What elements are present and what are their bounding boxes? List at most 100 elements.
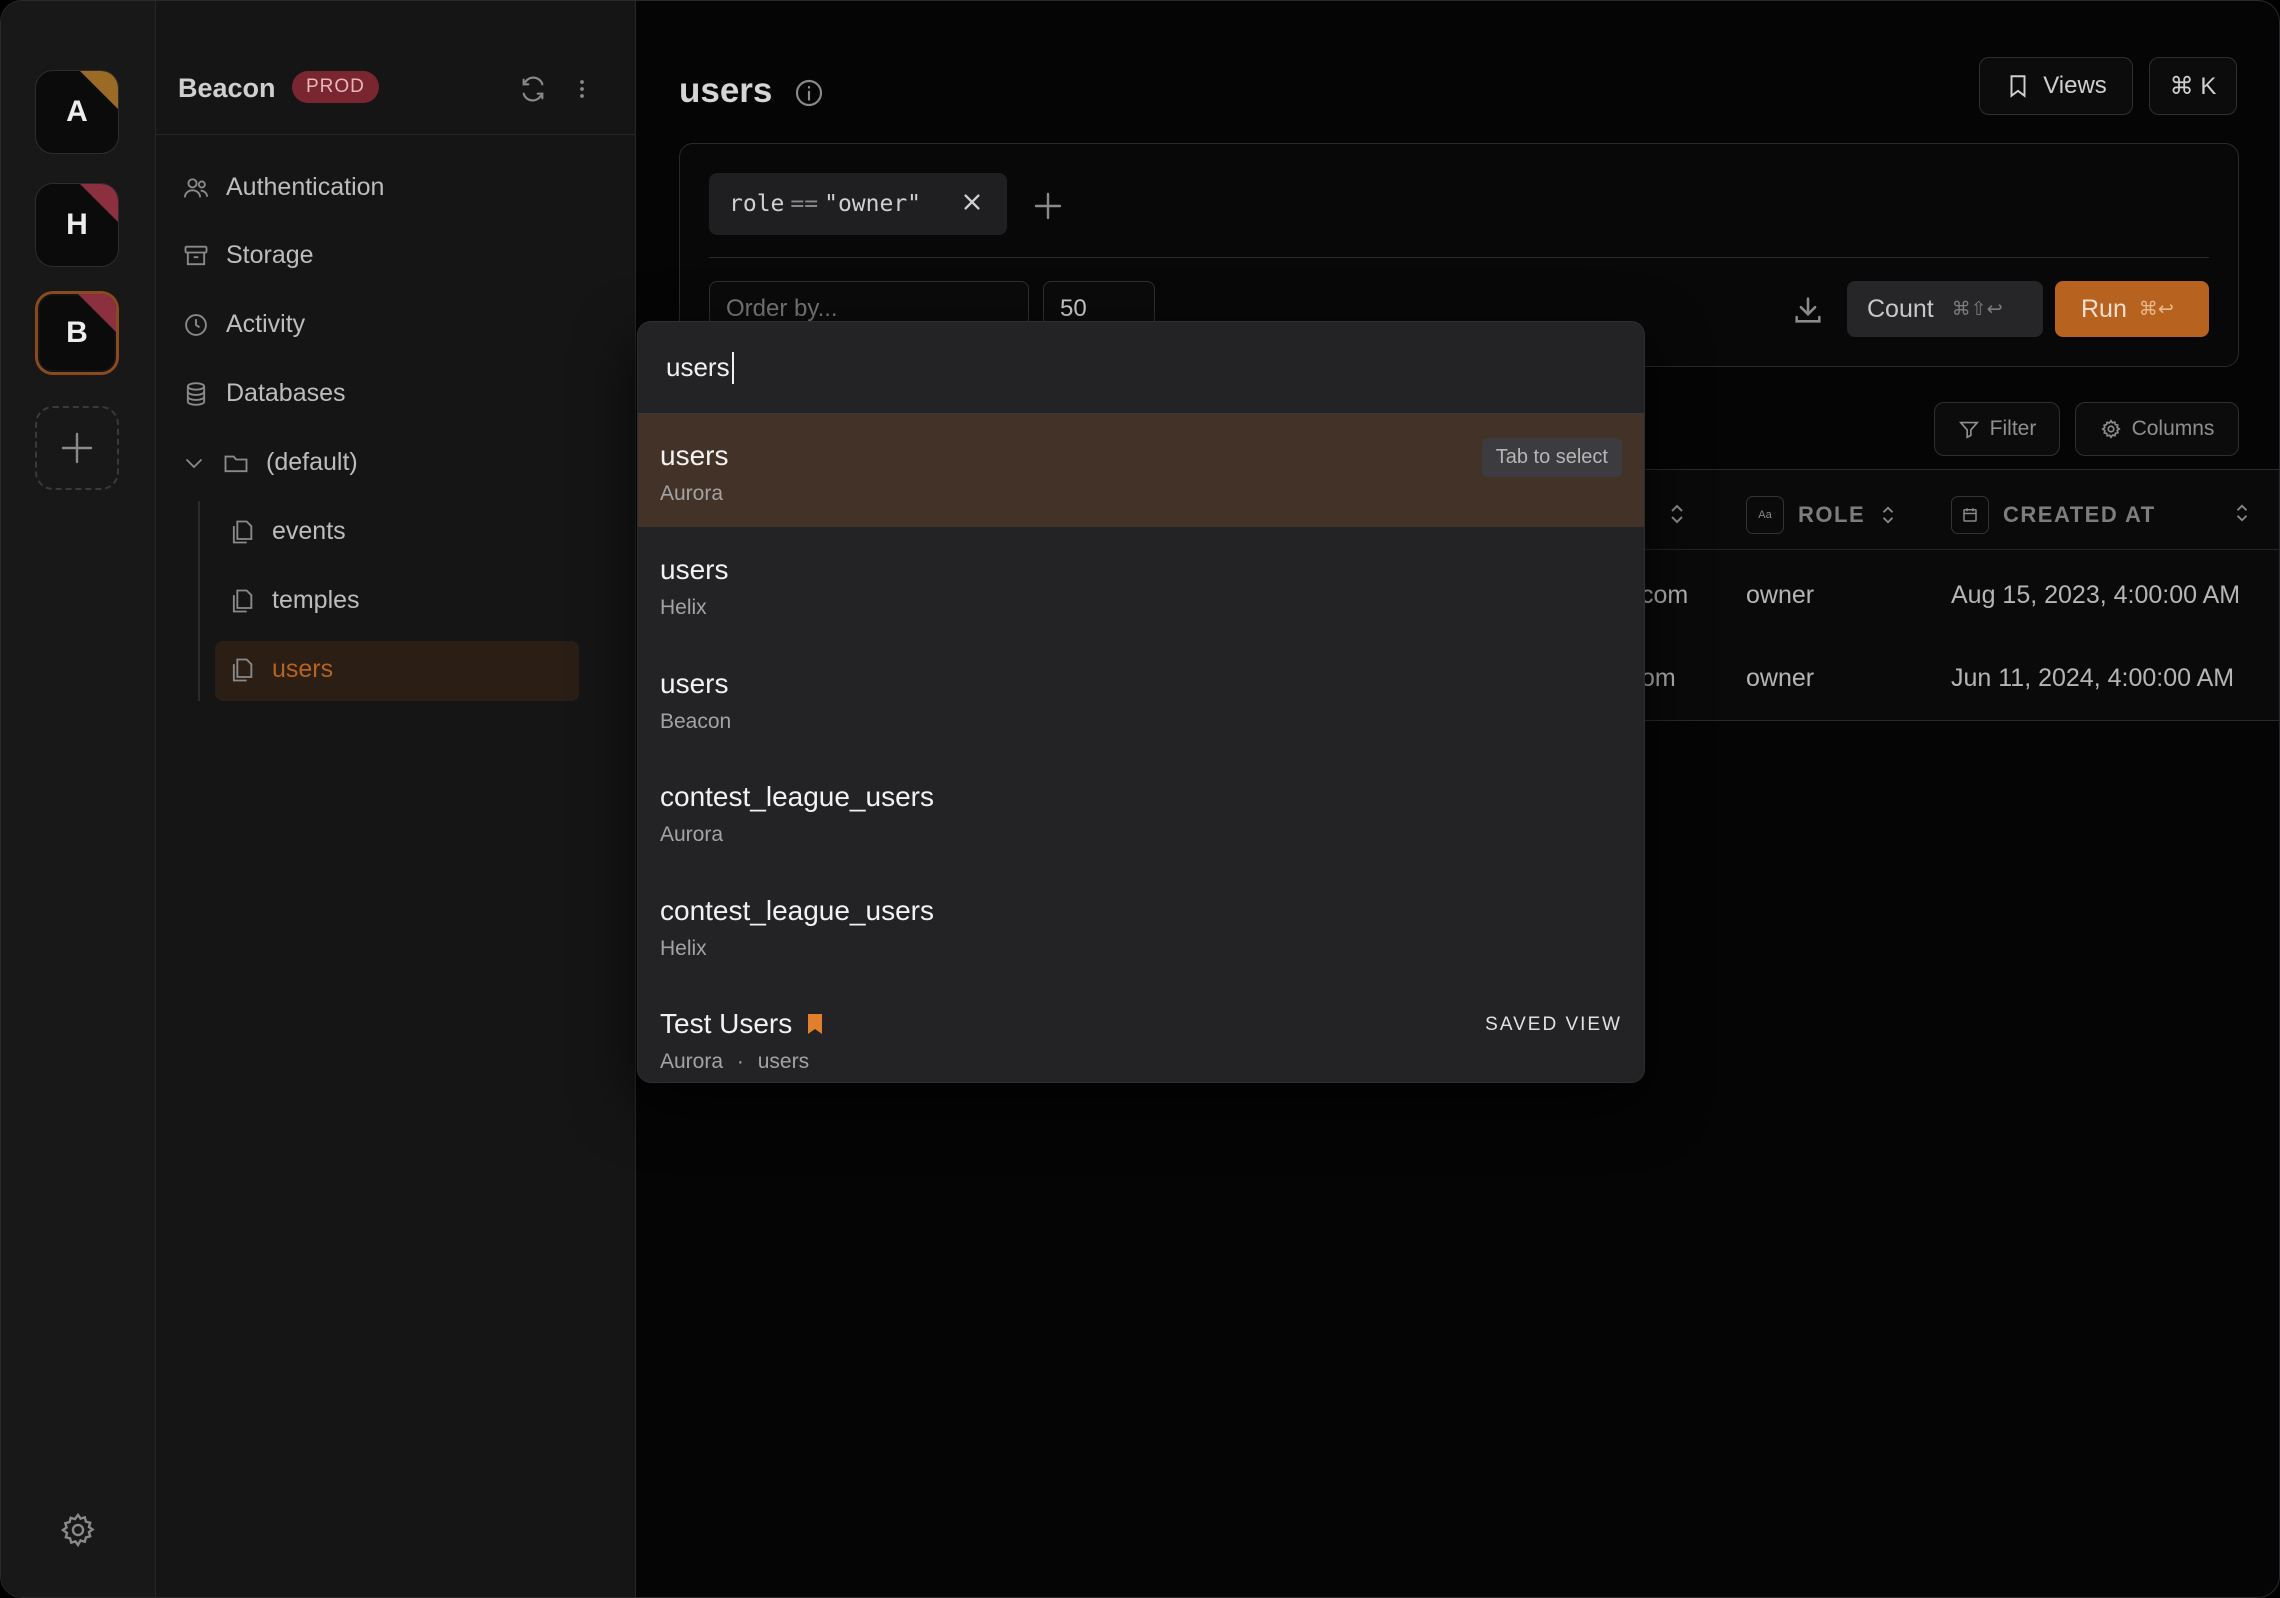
cell-created-at[interactable]: Aug 15, 2023, 4:00:00 AM bbox=[1951, 581, 2240, 610]
result-name: users bbox=[660, 668, 729, 699]
palette-search-input[interactable]: users bbox=[638, 322, 1644, 414]
project-title: Beacon bbox=[178, 73, 276, 103]
palette-result[interactable]: contest_league_users Helix bbox=[638, 869, 1644, 982]
add-workspace-button[interactable] bbox=[35, 406, 119, 490]
filter-label: Filter bbox=[1989, 417, 2037, 440]
sidebar-item-databases[interactable]: Databases bbox=[182, 379, 346, 408]
filter-field: role bbox=[729, 191, 785, 217]
count-label: Count bbox=[1867, 294, 1934, 323]
filter-value: "owner" bbox=[824, 191, 922, 217]
saved-view-tag: SAVED VIEW bbox=[1485, 1014, 1622, 1035]
filter-button[interactable]: Filter bbox=[1934, 402, 2060, 456]
sidebar-item-label: events bbox=[272, 517, 346, 545]
columns-label: Columns bbox=[2131, 417, 2215, 440]
sidebar-item-activity[interactable]: Activity bbox=[182, 310, 305, 339]
workspace-h-button[interactable]: H bbox=[35, 183, 119, 267]
workspace-a-accent bbox=[80, 71, 118, 109]
folder-icon bbox=[224, 455, 248, 472]
sort-icon bbox=[1882, 506, 1894, 524]
kebab-icon bbox=[580, 80, 584, 98]
result-name: contest_league_users bbox=[660, 781, 934, 812]
sidebar: Beacon PROD Authentication Storage Activ… bbox=[156, 1, 636, 1597]
chevron-down-icon bbox=[186, 458, 202, 468]
workspace-h-accent bbox=[80, 184, 118, 222]
palette-result[interactable]: users Helix bbox=[638, 528, 1644, 641]
run-shortcut: ⌘↩ bbox=[2138, 298, 2174, 320]
workspace-b-accent bbox=[78, 294, 116, 332]
table-header-divider bbox=[1601, 549, 2279, 550]
sidebar-item-label: Storage bbox=[226, 241, 314, 269]
clock-icon bbox=[185, 313, 207, 336]
palette-result[interactable]: contest_league_users Aurora bbox=[638, 755, 1644, 868]
users-icon bbox=[183, 177, 209, 197]
sidebar-item-label: temples bbox=[272, 586, 360, 614]
filter-icon bbox=[1958, 421, 1979, 439]
cell-role[interactable]: owner bbox=[1746, 664, 1814, 693]
workspace-a-button[interactable]: A bbox=[35, 70, 119, 154]
settings-button[interactable] bbox=[59, 1511, 97, 1554]
result-name: users bbox=[660, 554, 729, 585]
sidebar-item-events[interactable]: events bbox=[228, 517, 346, 546]
sidebar-item-label: Authentication bbox=[226, 173, 385, 201]
result-source-row: Aurora · users bbox=[660, 1050, 809, 1074]
shortcut-label: ⌘ K bbox=[2169, 72, 2217, 100]
columns-button[interactable]: Columns bbox=[2075, 402, 2239, 456]
text-caret bbox=[731, 351, 734, 384]
result-separator: · bbox=[736, 1050, 744, 1073]
workspace-b-button[interactable]: B bbox=[35, 291, 119, 375]
result-source: Aurora bbox=[660, 482, 724, 505]
palette-result[interactable]: users Aurora Tab to select bbox=[638, 414, 1644, 527]
palette-result-saved-view[interactable]: Test Users Aurora · users SAVED VIEW bbox=[638, 982, 1644, 1082]
count-shortcut: ⌘⇧↩ bbox=[1951, 298, 2003, 320]
palette-query-text: users bbox=[666, 352, 730, 382]
export-button[interactable] bbox=[1791, 293, 1825, 332]
sidebar-item-users[interactable]: users bbox=[228, 655, 333, 684]
run-button[interactable]: Run ⌘↩ bbox=[2055, 281, 2209, 337]
archive-icon bbox=[184, 245, 208, 265]
remove-filter-button[interactable] bbox=[961, 191, 983, 218]
column-header-role[interactable]: Aa ROLE bbox=[1746, 496, 1897, 534]
collection-icon bbox=[232, 589, 253, 612]
count-button[interactable]: Count ⌘⇧↩ bbox=[1847, 281, 2043, 337]
more-options-button[interactable] bbox=[576, 75, 588, 108]
refresh-button[interactable] bbox=[519, 75, 547, 108]
app-window: A H B Beacon PROD Authentication Storage… bbox=[0, 0, 2280, 1598]
result-source: Aurora bbox=[660, 823, 724, 846]
command-palette-shortcut-button[interactable]: ⌘ K bbox=[2149, 57, 2237, 115]
cell-email[interactable]: om bbox=[1641, 664, 1676, 693]
bookmark-icon bbox=[2010, 75, 2026, 98]
workspace-rail: A H B bbox=[1, 1, 156, 1597]
cell-role[interactable]: owner bbox=[1746, 581, 1814, 610]
palette-result[interactable]: users Beacon bbox=[638, 642, 1644, 755]
sort-toggle[interactable] bbox=[1667, 502, 1687, 531]
result-source: Beacon bbox=[660, 710, 732, 733]
sidebar-item-default-folder[interactable]: (default) bbox=[182, 448, 358, 477]
views-button[interactable]: Views bbox=[1979, 57, 2133, 115]
database-icon bbox=[186, 381, 206, 406]
sort-toggle[interactable] bbox=[2233, 502, 2251, 529]
sidebar-item-label: Databases bbox=[226, 379, 346, 407]
cell-email[interactable]: com bbox=[1641, 581, 1688, 610]
result-name: Test Users bbox=[660, 1008, 793, 1039]
gear-icon bbox=[2100, 419, 2121, 439]
sidebar-item-label: users bbox=[272, 655, 334, 683]
close-icon bbox=[964, 194, 980, 210]
page-title: users bbox=[679, 71, 773, 110]
sidebar-item-authentication[interactable]: Authentication bbox=[182, 173, 384, 202]
collection-icon bbox=[232, 520, 253, 543]
bookmark-icon bbox=[808, 1014, 823, 1034]
info-button[interactable] bbox=[793, 77, 825, 114]
sidebar-item-temples[interactable]: temples bbox=[228, 586, 360, 615]
sidebar-item-storage[interactable]: Storage bbox=[182, 241, 314, 270]
command-palette: users users Aurora Tab to select users H… bbox=[637, 321, 1645, 1083]
cell-created-at[interactable]: Jun 11, 2024, 4:00:00 AM bbox=[1951, 664, 2234, 693]
result-name-row: Test Users bbox=[660, 1008, 824, 1040]
column-header-created-at[interactable]: CREATED AT bbox=[1951, 496, 2156, 534]
add-filter-button[interactable] bbox=[1033, 191, 1063, 226]
result-source: Helix bbox=[660, 937, 707, 960]
gear-icon bbox=[60, 1512, 95, 1548]
result-collection: users bbox=[757, 1050, 810, 1073]
collection-icon bbox=[232, 658, 253, 681]
tab-to-select-hint: Tab to select bbox=[1481, 438, 1622, 477]
query-divider bbox=[709, 257, 2209, 258]
